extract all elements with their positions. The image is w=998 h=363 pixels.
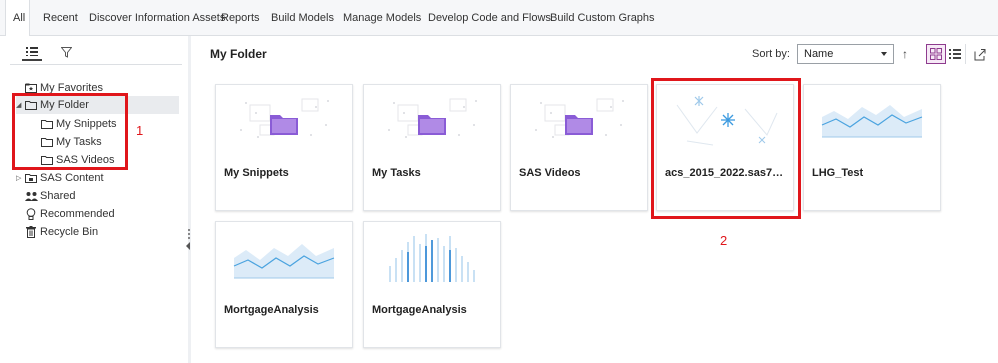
toolbar-separator — [965, 44, 966, 64]
tab-build-custom-graphs[interactable]: Build Custom Graphs — [550, 0, 655, 36]
tree-item-recycle-bin[interactable]: Recycle Bin — [16, 223, 176, 241]
card-mortgage-analysis-model[interactable]: MortgageAnalysis — [363, 221, 501, 348]
filter-tool[interactable] — [56, 43, 76, 61]
annotation-label-2: 2 — [720, 233, 728, 248]
card-thumbnail — [216, 222, 352, 292]
tree-item-label: Shared — [40, 190, 76, 202]
folder-thumbnail-icon — [240, 98, 329, 138]
pane-splitter[interactable] — [188, 36, 191, 363]
export-button[interactable] — [970, 44, 990, 64]
card-lhg-test[interactable]: LHG_Test — [803, 84, 941, 211]
tab-reports[interactable]: Reports — [221, 0, 260, 36]
list-icon — [949, 49, 961, 59]
card-title: LHG_Test — [812, 167, 864, 179]
card-mortgage-analysis-report[interactable]: MortgageAnalysis — [215, 221, 353, 348]
sort-by-value: Name — [804, 48, 834, 60]
tile-view-button[interactable] — [926, 44, 946, 64]
sort-direction-button[interactable]: ↑ — [898, 44, 912, 64]
sort-by-label: Sort by: — [752, 48, 790, 60]
card-title: MortgageAnalysis — [224, 304, 319, 316]
splitter-grip-icon[interactable] — [188, 228, 191, 240]
annotation-label-1: 1 — [136, 123, 144, 138]
export-icon — [974, 48, 986, 60]
arrow-up-icon: ↑ — [902, 47, 908, 61]
report-thumbnail-icon — [821, 105, 923, 138]
list-view-tool[interactable] — [22, 43, 42, 61]
card-thumbnail — [364, 85, 500, 155]
tree-item-label: SAS Content — [40, 172, 104, 184]
tab-recent[interactable]: Recent — [43, 0, 78, 36]
tree-item-shared[interactable]: Shared — [16, 187, 176, 205]
tab-all[interactable]: All — [5, 0, 30, 37]
card-thumbnail — [511, 85, 647, 155]
collapse-pane-icon[interactable] — [186, 242, 190, 250]
card-title: My Tasks — [372, 167, 421, 179]
card-thumbnail — [364, 222, 500, 292]
trash-icon — [24, 225, 38, 239]
collapsed-caret-icon[interactable]: ▷ — [16, 174, 24, 182]
tree-item-label: Recommended — [40, 208, 115, 220]
tree-item-recommended[interactable]: Recommended — [16, 205, 176, 223]
card-title: SAS Videos — [519, 167, 581, 179]
card-thumbnail — [804, 85, 940, 155]
chevron-down-icon — [881, 52, 887, 56]
tab-bar: All Recent Discover Information Assets R… — [0, 0, 998, 37]
list-icon — [26, 47, 38, 56]
tree-item-sas-content[interactable]: ▷ SAS Content — [16, 169, 176, 187]
sort-by-select[interactable]: Name — [797, 44, 894, 64]
tree-item-label: Recycle Bin — [40, 226, 99, 238]
tab-manage-models[interactable]: Manage Models — [343, 0, 421, 36]
card-title: My Snippets — [224, 167, 289, 179]
tab-build-models[interactable]: Build Models — [271, 0, 334, 36]
lightbulb-icon — [24, 207, 38, 221]
model-thumbnail-icon — [389, 234, 475, 282]
annotation-box-1 — [12, 93, 128, 170]
card-sas-videos[interactable]: SAS Videos — [510, 84, 648, 211]
content-folder-icon — [24, 171, 38, 185]
tab-develop-code-and-flows[interactable]: Develop Code and Flows — [428, 0, 551, 36]
folder-thumbnail-icon — [535, 98, 624, 138]
card-my-tasks[interactable]: My Tasks — [363, 84, 501, 211]
report-thumbnail-icon — [233, 244, 335, 279]
folder-thumbnail-icon — [388, 98, 477, 138]
card-my-snippets[interactable]: My Snippets — [215, 84, 353, 211]
filter-icon — [60, 46, 72, 58]
grid-icon — [930, 48, 942, 60]
users-icon — [24, 189, 38, 203]
card-thumbnail — [216, 85, 352, 155]
list-view-button[interactable] — [945, 44, 965, 64]
tab-discover-information-assets[interactable]: Discover Information Assets — [89, 0, 225, 36]
pane-toolbar-divider — [10, 64, 182, 65]
annotation-box-2 — [651, 78, 801, 219]
card-title: MortgageAnalysis — [372, 304, 467, 316]
page-title: My Folder — [210, 47, 267, 61]
